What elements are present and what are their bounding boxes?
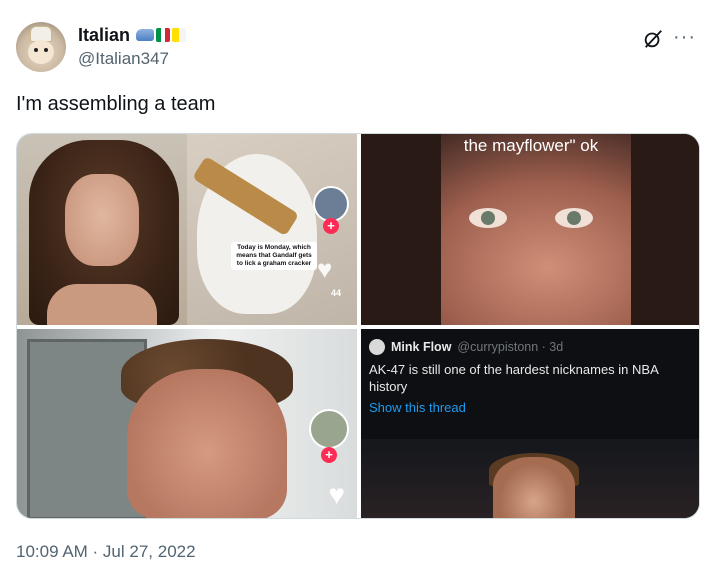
author-names: Italian @Italian347 [78,24,187,70]
embedded-name: Mink Flow [391,340,452,354]
vatican-flag-icon [172,28,187,42]
media-image-1[interactable]: Today is Monday, which means that Gandal… [17,134,357,325]
more-options-icon[interactable]: ··· [673,26,696,49]
tweet-header: Italian @Italian347 ··· [16,18,700,74]
display-name[interactable]: Italian [78,24,130,46]
like-count: 44 [330,288,341,298]
heart-icon: ♥ [317,254,333,284]
tiktok-follow-icon: + [323,218,339,234]
embedded-avatar [369,339,385,355]
curly-hair-man-photo [127,369,287,518]
image-caption: the mayflower" ok [463,136,599,155]
tiktok-avatar [313,186,349,222]
grok-icon[interactable] [642,28,664,50]
avatar[interactable] [16,22,66,72]
handle[interactable]: @Italian347 [78,48,186,70]
embedded-meta: @currypistonn · 3d [457,340,564,354]
tweet-text: I'm assembling a team [16,93,216,115]
media-grid[interactable]: Today is Monday, which means that Gandal… [16,133,700,519]
person-photo [493,457,575,518]
tiktok-caption: Today is Monday, which means that Gandal… [231,242,317,270]
show-thread-link: Show this thread [369,400,466,415]
italy-flag-icon [156,28,171,42]
media-image-4[interactable]: Mink Flow @currypistonn · 3d AK-47 is st… [361,329,699,518]
media-image-3[interactable]: + ♥ [17,329,357,518]
embedded-tweet: Mink Flow @currypistonn · 3d AK-47 is st… [369,339,689,415]
long-hair-man-photo [17,134,187,325]
media-image-2[interactable]: the mayflower" ok [361,134,699,325]
tweet-timestamp[interactable]: 10:09 AM · Jul 27, 2022 [16,542,196,562]
eye-right [555,208,593,228]
heart-icon: ♥ [328,479,345,510]
name-badges [136,28,187,42]
cat-tiktok-photo: Today is Monday, which means that Gandal… [187,134,357,325]
train-emoji-icon [136,29,155,41]
eye-left [469,208,507,228]
embedded-text: AK-47 is still one of the hardest nickna… [369,362,659,394]
display-name-row[interactable]: Italian [78,24,187,46]
tiktok-follow-icon: + [321,447,337,463]
tiktok-avatar [309,409,349,449]
